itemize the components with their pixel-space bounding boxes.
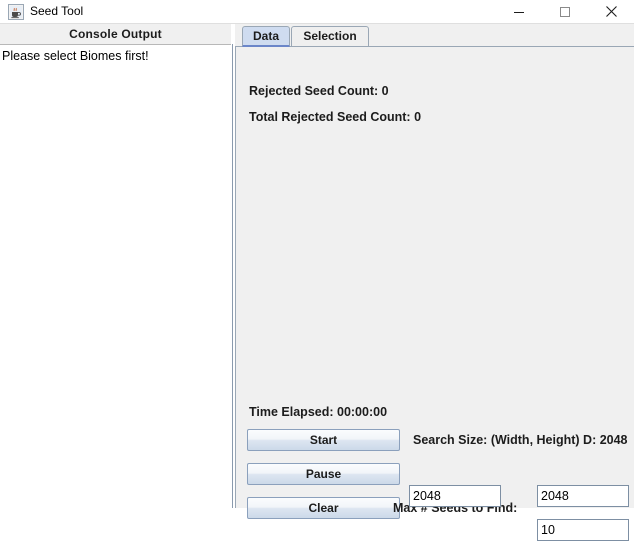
tab-data-label: Data [252,29,279,43]
search-width-input[interactable] [409,485,501,507]
split-pane-divider-line [232,44,233,508]
tab-selection[interactable]: Selection [291,26,369,47]
total-rejected-seed-count-label: Total Rejected Seed Count: 0 [249,110,422,124]
start-button[interactable]: Start [247,429,400,451]
tab-strip: Data Selection [235,24,634,47]
minimize-button[interactable] [496,0,542,23]
max-seeds-input[interactable] [537,519,629,541]
title-bar: Seed Tool [0,0,634,24]
close-icon [588,5,634,18]
time-elapsed-label: Time Elapsed: 00:00:00 [249,405,388,419]
application-window: Seed Tool Console Output Please select B… [0,0,634,541]
pause-button[interactable]: Pause [247,463,400,485]
console-output-textarea[interactable]: Please select Biomes first! [0,45,231,508]
tab-panel-data: Rejected Seed Count: 0 Total Rejected Se… [235,47,634,541]
java-coffee-cup-icon [8,4,24,20]
console-line: Please select Biomes first! [2,49,149,63]
minimize-icon [496,6,542,18]
search-size-label: Search Size: (Width, Height) D: 2048 [413,433,628,447]
tab-selection-label: Selection [303,29,357,43]
rejected-seed-count-label: Rejected Seed Count: 0 [249,84,389,98]
tabbed-pane: Data Selection Rejected Seed Count: 0 To… [235,24,634,541]
clear-button[interactable]: Clear [247,497,400,519]
close-button[interactable] [588,0,634,23]
console-output-header: Console Output [0,24,231,45]
tab-data[interactable]: Data [242,26,290,47]
console-panel: Console Output Please select Biomes firs… [0,24,231,508]
maximize-button[interactable] [542,0,588,23]
maximize-icon [542,6,588,18]
window-title: Seed Tool [30,4,84,18]
search-height-input[interactable] [537,485,629,507]
